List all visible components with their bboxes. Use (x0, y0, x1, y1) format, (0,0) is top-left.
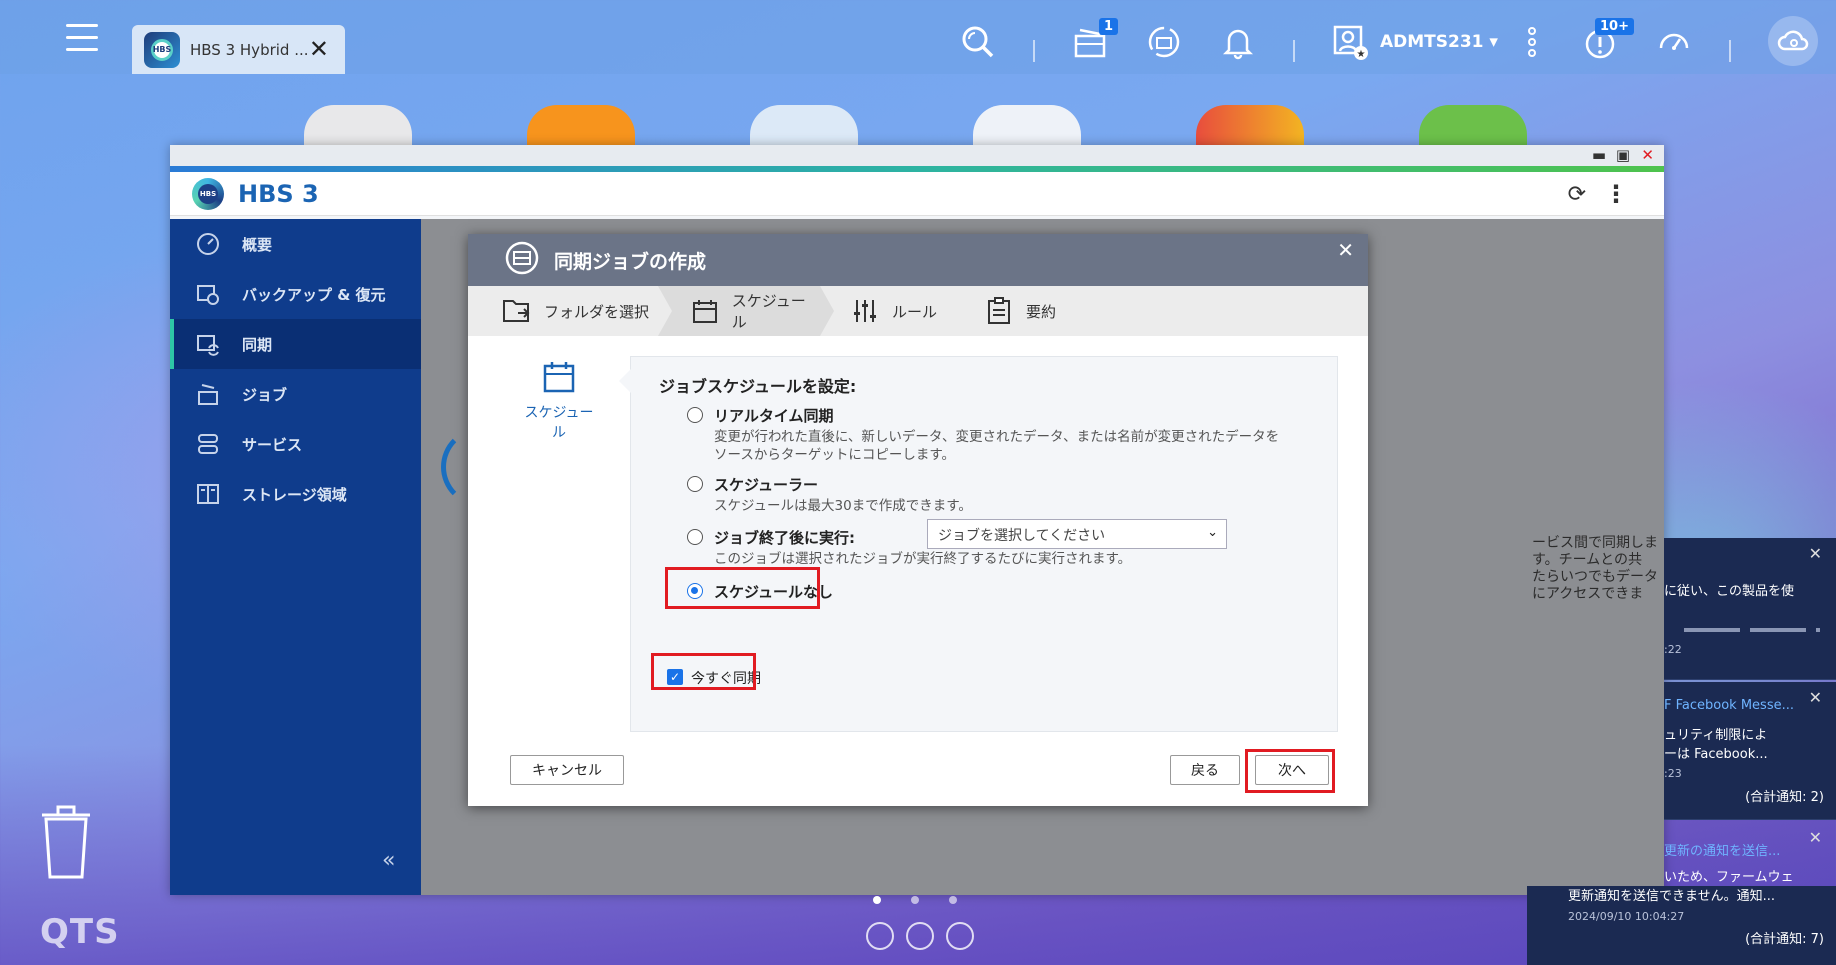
maximize-icon[interactable]: ▣ (1616, 146, 1630, 164)
step-rules[interactable]: ルール (820, 286, 950, 336)
schedule-panel: ジョブスケジュールを設定: リアルタイム同期 変更が行われた直後に、新しいデータ… (619, 356, 1338, 732)
back-button[interactable]: 戻る (1170, 755, 1240, 785)
highlight-no-schedule (665, 567, 820, 609)
folder-icon (502, 296, 532, 326)
step-select-folder[interactable]: フォルダを選択 (468, 286, 658, 336)
desktop-dock (866, 922, 974, 950)
notification-card-1[interactable]: ✕ に従い、この製品を使 :22 (1664, 538, 1836, 680)
create-sync-job-dialog: 同期ジョブの作成 ✕ フォルダを選択 スケジュール ルール 要約 スケジュール … (468, 234, 1368, 806)
clipboard-icon (984, 296, 1014, 326)
bell-icon[interactable] (1218, 22, 1258, 62)
more-options-icon[interactable] (1512, 22, 1552, 62)
sidebar-item-backup-restore[interactable]: バックアップ & 復元 (170, 269, 421, 319)
sidebar-item-services[interactable]: サービス (170, 419, 421, 469)
calendar-icon (542, 362, 576, 398)
realtime-radio[interactable] (687, 407, 703, 423)
close-icon[interactable]: ✕ (1809, 544, 1822, 563)
app-header: HBS HBS 3 ⟳ ⋮ (170, 172, 1664, 216)
search-icon[interactable] (958, 22, 998, 62)
schedule-heading: ジョブスケジュールを設定: (659, 377, 857, 396)
hbs-logo: HBS (192, 177, 224, 210)
page-dot[interactable] (949, 896, 957, 904)
jobs-icon (194, 380, 222, 408)
collapse-sidebar-icon[interactable]: « (382, 848, 395, 873)
dialog-header: 同期ジョブの作成 ✕ (468, 234, 1368, 286)
current-step-indicator: スケジュール (518, 360, 600, 442)
app-title: HBS 3 (238, 179, 319, 208)
notification-card-2[interactable]: ✕ F Facebook Messe... ュリティ制限によ ーは Facebo… (1664, 682, 1836, 820)
background-tasks-icon[interactable]: 1 (1070, 18, 1118, 62)
sync-job-icon (504, 240, 540, 280)
more-icon[interactable]: ⋮ (1604, 180, 1628, 208)
sidebar-item-storage-spaces[interactable]: ストレージ領域 (170, 469, 421, 519)
notification-center-icon[interactable]: 10+ (1580, 18, 1634, 62)
sidebar-item-label: 同期 (242, 335, 273, 354)
close-icon[interactable]: ✕ (1809, 688, 1822, 707)
resource-monitor-icon[interactable] (1654, 22, 1694, 62)
after-job-radio[interactable] (687, 529, 703, 545)
book-dock-icon[interactable] (946, 922, 974, 950)
chevron-down-icon: ⌄ (1207, 525, 1218, 540)
myqnapcloud-icon[interactable] (1768, 16, 1818, 66)
dialog-title: 同期ジョブの作成 (554, 250, 707, 273)
highlight-sync-now (651, 653, 756, 690)
window-titlebar[interactable]: ▬ ▣ ✕ (170, 145, 1664, 166)
close-window-icon[interactable]: ✕ (1641, 146, 1654, 164)
sliders-icon (850, 296, 880, 326)
close-icon[interactable]: ✕ (1809, 828, 1822, 847)
hbs-app-icon: HBS (144, 31, 180, 68)
backup-icon (194, 280, 222, 308)
qts-logo: QTS (40, 912, 120, 952)
trash-icon[interactable] (38, 805, 94, 885)
close-icon[interactable]: ✕ (309, 35, 329, 63)
external-device-icon[interactable] (1144, 22, 1184, 62)
scheduler-radio[interactable] (687, 476, 703, 492)
sidebar-item-label: バックアップ & 復元 (242, 285, 386, 304)
desktop-page-dots (873, 896, 957, 904)
calendar-icon (690, 296, 720, 326)
highlight-next (1245, 749, 1335, 793)
background-description: ービス間で同期します。チームとの共 たらいつでもデータにアクセスできま (1532, 535, 1658, 602)
page-dot[interactable] (873, 896, 881, 904)
services-icon (194, 430, 222, 458)
tasks-badge: 1 (1098, 18, 1118, 35)
taskbar: HBS HBS 3 Hybrid ... ✕ 1 ★ ADMTS231 ▾ 10… (0, 0, 1836, 74)
cancel-button[interactable]: キャンセル (510, 755, 624, 785)
notifications-badge: 10+ (1595, 18, 1634, 35)
sidebar-item-overview[interactable]: 概要 (170, 219, 421, 269)
minimize-icon[interactable]: ▬ (1592, 146, 1606, 164)
sidebar-item-label: サービス (242, 435, 303, 454)
step-summary[interactable]: 要約 (950, 286, 1056, 336)
notification-card-3[interactable]: ✕ 更新の通知を送信... いため、ファームウェ 更新通知を送信できません。通知… (1568, 822, 1836, 965)
tools-dock-icon[interactable] (906, 922, 934, 950)
user-avatar-icon[interactable]: ★ (1330, 22, 1370, 62)
wizard-steps: フォルダを選択 スケジュール ルール 要約 (468, 286, 1368, 336)
main-menu-button[interactable] (66, 24, 98, 54)
username[interactable]: ADMTS231 ▾ (1380, 32, 1498, 52)
sidebar-item-sync[interactable]: 同期 (170, 319, 421, 369)
sidebar-item-jobs[interactable]: ジョブ (170, 369, 421, 419)
job-select-dropdown[interactable]: ジョブを選択してください ⌄ (927, 519, 1227, 549)
step-schedule[interactable]: スケジュール (658, 286, 820, 336)
sidebar: 概要 バックアップ & 復元 同期 ジョブ サービス ストレージ領域 « (170, 219, 421, 895)
svg-text:★: ★ (1357, 49, 1366, 60)
close-dialog-icon[interactable]: ✕ (1337, 238, 1354, 262)
refresh-icon[interactable]: ⟳ (1568, 182, 1586, 207)
sidebar-item-label: 概要 (242, 235, 273, 254)
tab-title: HBS 3 Hybrid ... (190, 40, 309, 59)
page-dot[interactable] (911, 896, 919, 904)
sidebar-item-label: ストレージ領域 (242, 485, 347, 504)
app-tab-hbs[interactable]: HBS HBS 3 Hybrid ... ✕ (132, 25, 345, 74)
dashboard-icon (194, 230, 222, 258)
storage-icon (194, 480, 222, 508)
sync-icon (194, 330, 222, 358)
cloud-dock-icon[interactable] (866, 922, 894, 950)
sidebar-item-label: ジョブ (242, 385, 288, 404)
